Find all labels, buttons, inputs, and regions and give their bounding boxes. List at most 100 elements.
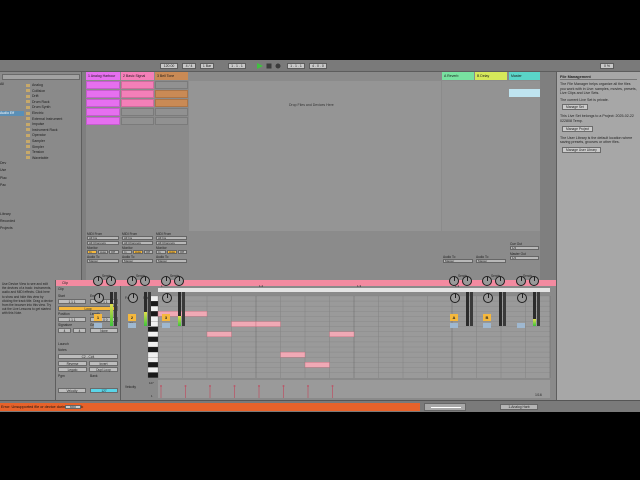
velocity-handle[interactable]: [307, 385, 309, 387]
audio-to-select[interactable]: Master: [122, 259, 153, 263]
velocity-lane[interactable]: [158, 380, 550, 398]
clip-slot[interactable]: [121, 90, 154, 98]
master-out-select[interactable]: 1/2: [510, 256, 539, 260]
play-icon[interactable]: [257, 63, 263, 69]
piano-key[interactable]: [147, 357, 159, 363]
clip-slot[interactable]: [121, 108, 154, 116]
browser-category[interactable]: Audio Eff: [0, 110, 24, 116]
clip-slot[interactable]: [86, 81, 120, 89]
monitor-in-button[interactable]: In: [87, 250, 97, 254]
midi-from-select[interactable]: All Ins: [156, 236, 187, 240]
volume-fader[interactable]: [537, 292, 540, 326]
master-header[interactable]: Master: [509, 72, 540, 80]
browser-category[interactable]: [0, 154, 24, 159]
track-activator-button[interactable]: 1: [94, 314, 102, 321]
velocity-handle[interactable]: [331, 385, 334, 387]
track-header-2[interactable]: 2 Basic Signal: [121, 72, 154, 80]
pan-knob[interactable]: [94, 293, 104, 303]
overview-strip[interactable]: [424, 403, 466, 411]
midi-note[interactable]: [304, 362, 330, 368]
pan-knob[interactable]: [450, 293, 460, 303]
solo-button[interactable]: [162, 323, 170, 328]
cue-out-select[interactable]: 1/2: [510, 246, 539, 250]
clip-slot[interactable]: [155, 117, 188, 125]
clip-slot[interactable]: [86, 90, 120, 98]
volume-fader[interactable]: [148, 292, 151, 326]
loop-length-field[interactable]: 4 . 0 . 0: [309, 63, 327, 69]
master-scene-slot[interactable]: [509, 89, 540, 97]
signature-numerator[interactable]: 4: [58, 328, 71, 333]
velocity-handle[interactable]: [209, 385, 211, 387]
send-knob[interactable]: [127, 276, 137, 286]
volume-fader[interactable]: [182, 292, 185, 326]
track-activator-button[interactable]: B: [483, 314, 491, 321]
pan-knob[interactable]: [128, 293, 138, 303]
signature-denominator[interactable]: 4: [73, 328, 86, 333]
legato-button[interactable]: Legato: [58, 367, 87, 372]
send-knob[interactable]: [516, 276, 526, 286]
send-knob[interactable]: [161, 276, 171, 286]
record-icon[interactable]: [275, 63, 281, 69]
send-knob[interactable]: [462, 276, 472, 286]
midi-from-select[interactable]: All Ins: [122, 236, 153, 240]
browser-category[interactable]: Library: [0, 212, 24, 217]
selected-track-name[interactable]: 1-Analog Harb: [500, 404, 538, 410]
browser-category[interactable]: [0, 118, 24, 123]
midi-note[interactable]: [206, 331, 232, 338]
clip-slot[interactable]: [155, 108, 188, 116]
piano-key[interactable]: [147, 341, 159, 348]
monitor-off-button[interactable]: Off: [178, 250, 187, 254]
manage-project-button[interactable]: Manage Project: [562, 125, 594, 132]
reverse-button[interactable]: Reverse: [58, 361, 87, 366]
track-header-3[interactable]: 3 Bell Tone: [155, 72, 188, 80]
send-knob[interactable]: [174, 276, 184, 286]
browser-category[interactable]: [0, 204, 24, 209]
velocity-range[interactable]: 127: [90, 388, 118, 393]
duplicate-loop-button[interactable]: Dupl.Loop: [89, 367, 118, 372]
position-field[interactable]: 1 1 1: [58, 317, 86, 322]
pan-knob[interactable]: [483, 293, 493, 303]
audio-to-select[interactable]: Master: [476, 259, 506, 263]
monitor-in-button[interactable]: In: [156, 250, 166, 254]
piano-key[interactable]: [147, 372, 159, 378]
volume-fader[interactable]: [114, 292, 117, 326]
note-range-field[interactable]: C2 - C#4: [58, 354, 118, 359]
browser-category[interactable]: Use: [0, 168, 24, 173]
midi-note[interactable]: [231, 321, 257, 327]
midi-channel-select[interactable]: All Channels: [156, 241, 187, 245]
clip-slot[interactable]: [155, 81, 188, 89]
error-detail-button[interactable]: MIDI: [65, 405, 81, 409]
loop-start-field[interactable]: 1 . 1 . 1: [287, 63, 305, 69]
browser-item[interactable]: Wavetable: [26, 156, 81, 162]
clip-slot[interactable]: [86, 99, 120, 107]
clip-slot[interactable]: [155, 99, 188, 107]
send-knob[interactable]: [495, 276, 505, 286]
monitor-auto-button[interactable]: Auto: [98, 250, 108, 254]
monitor-off-button[interactable]: Off: [144, 250, 153, 254]
midi-from-select[interactable]: All Ins: [87, 236, 119, 240]
invert-button[interactable]: Invert: [89, 361, 118, 366]
start-field[interactable]: 1 1 1: [58, 299, 86, 304]
piano-key[interactable]: [147, 331, 159, 337]
clip-slot[interactable]: [121, 81, 154, 89]
velocity-handle[interactable]: [184, 385, 187, 387]
browser-category[interactable]: [0, 190, 24, 195]
send-knob[interactable]: [449, 276, 459, 286]
midi-channel-select[interactable]: All Channels: [122, 241, 153, 245]
clip-slot[interactable]: [121, 117, 154, 125]
piano-key[interactable]: [147, 346, 159, 353]
solo-button[interactable]: [128, 323, 136, 328]
return-header-b[interactable]: B Delay: [475, 72, 507, 80]
monitor-auto-button[interactable]: Auto: [133, 250, 143, 254]
monitor-in-button[interactable]: In: [122, 250, 132, 254]
send-knob[interactable]: [140, 276, 150, 286]
monitor-auto-button[interactable]: Auto: [167, 250, 177, 254]
solo-button[interactable]: [517, 323, 525, 328]
send-knob[interactable]: [93, 276, 103, 286]
midi-channel-select[interactable]: All Channels: [87, 241, 119, 245]
velocity-handle[interactable]: [233, 385, 236, 387]
audio-to-select[interactable]: Master: [87, 259, 119, 263]
manage-user-library-button[interactable]: Manage User Library: [562, 146, 601, 153]
browser-category[interactable]: Pac: [0, 183, 24, 188]
manage-set-button[interactable]: Manage Set: [562, 104, 588, 111]
